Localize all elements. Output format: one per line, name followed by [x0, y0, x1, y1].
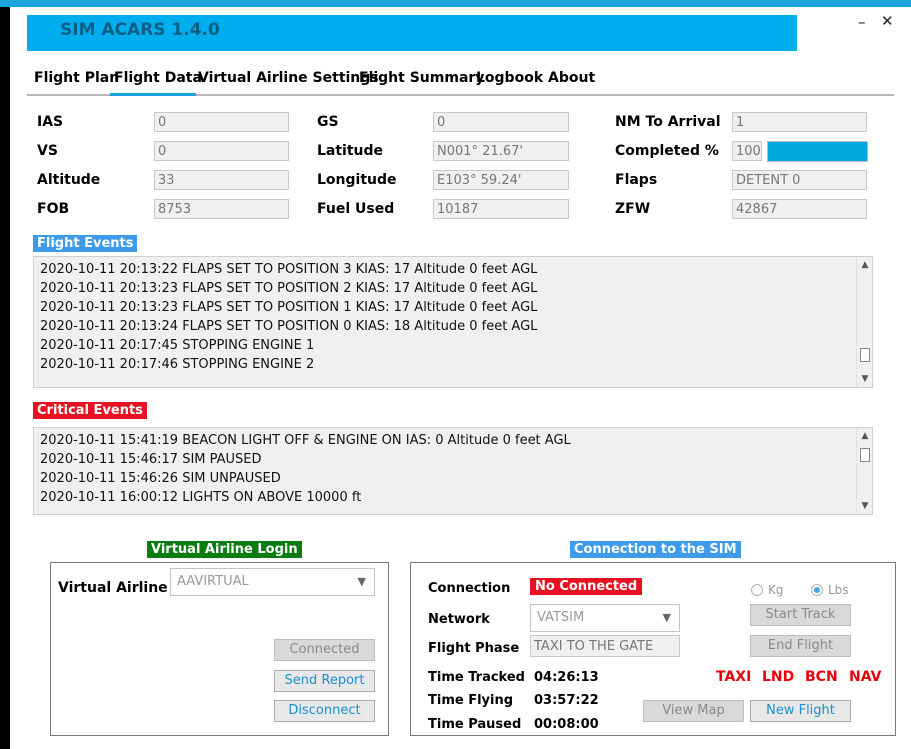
time-flying-value: 03:57:22 [534, 693, 599, 708]
tab-flight-plan[interactable]: Flight Plan [34, 70, 119, 86]
tab-flight-data[interactable]: Flight Data [114, 70, 202, 86]
gs-label: GS [317, 114, 339, 130]
log-line: 2020-10-11 20:13:22 FLAPS SET TO POSITIO… [40, 262, 538, 277]
disconnect-button[interactable]: Disconnect [274, 700, 375, 722]
fob-label: FOB [37, 201, 70, 217]
nm-to-arrival-field: 1 [732, 112, 867, 132]
zfw-field: 42867 [732, 199, 867, 219]
taxi-light-indicator: TAXI [716, 669, 752, 685]
kg-label: Kg [768, 583, 784, 597]
connected-button[interactable]: Connected [274, 639, 375, 661]
completed-percent-field: 100 [732, 141, 762, 161]
tab-flight-summary[interactable]: Flight Summary [359, 70, 484, 86]
connection-label: Connection [428, 581, 511, 596]
completed-progress-bar [767, 141, 868, 162]
end-flight-button[interactable]: End Flight [750, 635, 851, 657]
kg-radio[interactable] [751, 584, 763, 596]
lbs-radio[interactable] [811, 584, 823, 596]
flight-phase-field: TAXI TO THE GATE [530, 635, 680, 657]
time-paused-label: Time Paused [428, 717, 522, 732]
vs-label: VS [37, 143, 58, 159]
zfw-label: ZFW [615, 201, 651, 217]
fuel-used-label: Fuel Used [317, 201, 395, 217]
log-line: 2020-10-11 20:17:45 STOPPING ENGINE 1 [40, 338, 315, 353]
log-line: 2020-10-11 20:13:24 FLAPS SET TO POSITIO… [40, 319, 538, 334]
sim-connection-header: Connection to the SIM [570, 541, 741, 558]
virtual-airline-value: AAVIRTUAL [177, 574, 249, 589]
time-tracked-value: 04:26:13 [534, 670, 599, 685]
ias-field: 0 [154, 112, 289, 132]
start-track-button[interactable]: Start Track [750, 604, 851, 626]
log-line: 2020-10-11 15:41:19 BEACON LIGHT OFF & E… [40, 433, 571, 448]
fob-field: 8753 [154, 199, 289, 219]
flight-events-header: Flight Events [33, 235, 138, 252]
log-line: 2020-10-11 15:46:17 SIM PAUSED [40, 452, 262, 467]
scroll-down-icon[interactable]: ▼ [857, 374, 873, 384]
gs-field: 0 [433, 112, 569, 132]
completed-label: Completed % [615, 143, 719, 159]
log-line: 2020-10-11 15:46:26 SIM UNPAUSED [40, 471, 281, 486]
new-flight-button[interactable]: New Flight [750, 700, 851, 722]
altitude-field: 33 [154, 170, 289, 190]
close-button[interactable]: ✕ [881, 12, 894, 30]
longitude-field: E103° 59.24' [433, 170, 569, 190]
flight-events-log[interactable]: 2020-10-11 20:13:22 FLAPS SET TO POSITIO… [33, 256, 873, 388]
time-tracked-label: Time Tracked [428, 670, 525, 685]
beacon-light-indicator: BCN [805, 669, 838, 685]
network-select[interactable]: VATSIM ▼ [530, 604, 680, 632]
view-map-button[interactable]: View Map [643, 700, 744, 722]
critical-events-scrollbar[interactable]: ▲ ▼ [856, 428, 872, 514]
flight-phase-label: Flight Phase [428, 641, 520, 656]
completed-progress-fill [768, 142, 867, 161]
flight-events-lines: 2020-10-11 20:13:22 FLAPS SET TO POSITIO… [40, 260, 537, 374]
critical-events-log[interactable]: 2020-10-11 15:41:19 BEACON LIGHT OFF & E… [33, 427, 873, 515]
fuel-used-field: 10187 [433, 199, 569, 219]
send-report-button[interactable]: Send Report [274, 670, 375, 692]
window-top-accent [0, 0, 911, 7]
ias-label: IAS [37, 114, 64, 130]
log-line: 2020-10-11 20:17:46 STOPPING ENGINE 2 [40, 357, 315, 372]
flaps-label: Flaps [615, 172, 658, 188]
minimize-button[interactable]: – [858, 13, 866, 31]
log-line: 2020-10-11 20:13:23 FLAPS SET TO POSITIO… [40, 281, 538, 296]
altitude-label: Altitude [37, 172, 101, 188]
log-line: 2020-10-11 20:13:23 FLAPS SET TO POSITIO… [40, 300, 538, 315]
tab-logbook[interactable]: Logbook [476, 70, 543, 86]
latitude-label: Latitude [317, 143, 384, 159]
scroll-down-icon[interactable]: ▼ [857, 501, 873, 511]
nav-light-indicator: NAV [849, 669, 882, 685]
time-flying-label: Time Flying [428, 693, 514, 708]
network-label: Network [428, 612, 490, 627]
time-paused-value: 00:08:00 [534, 717, 599, 732]
va-login-header: Virtual Airline Login [147, 541, 302, 558]
app-title: SIM ACARS 1.4.0 [60, 20, 220, 40]
tab-about[interactable]: About [548, 70, 595, 86]
flaps-field: DETENT 0 [732, 170, 867, 190]
chevron-down-icon: ▼ [662, 611, 671, 624]
virtual-airline-select[interactable]: AAVIRTUAL ▼ [170, 568, 375, 596]
scroll-thumb[interactable] [860, 348, 870, 362]
landing-light-indicator: LND [762, 669, 795, 685]
virtual-airline-label: Virtual Airline [58, 580, 168, 596]
latitude-field: N001° 21.67' [433, 141, 569, 161]
network-value: VATSIM [537, 610, 585, 625]
scroll-up-icon[interactable]: ▲ [857, 260, 873, 270]
critical-events-header: Critical Events [33, 402, 147, 419]
longitude-label: Longitude [317, 172, 397, 188]
scroll-up-icon[interactable]: ▲ [857, 431, 873, 441]
scroll-thumb[interactable] [860, 448, 870, 462]
nm-to-arrival-label: NM To Arrival [615, 114, 721, 130]
lbs-label: Lbs [828, 583, 849, 597]
vs-field: 0 [154, 141, 289, 161]
chevron-down-icon: ▼ [357, 575, 366, 588]
critical-events-lines: 2020-10-11 15:41:19 BEACON LIGHT OFF & E… [40, 431, 571, 507]
log-line: 2020-10-11 16:00:12 LIGHTS ON ABOVE 1000… [40, 490, 362, 505]
flight-events-scrollbar[interactable]: ▲ ▼ [856, 257, 872, 387]
active-tab-indicator [110, 93, 196, 96]
connection-status-badge: No Connected [530, 578, 643, 595]
tab-virtual-airline-settings[interactable]: Virtual Airline Settings [198, 70, 379, 86]
